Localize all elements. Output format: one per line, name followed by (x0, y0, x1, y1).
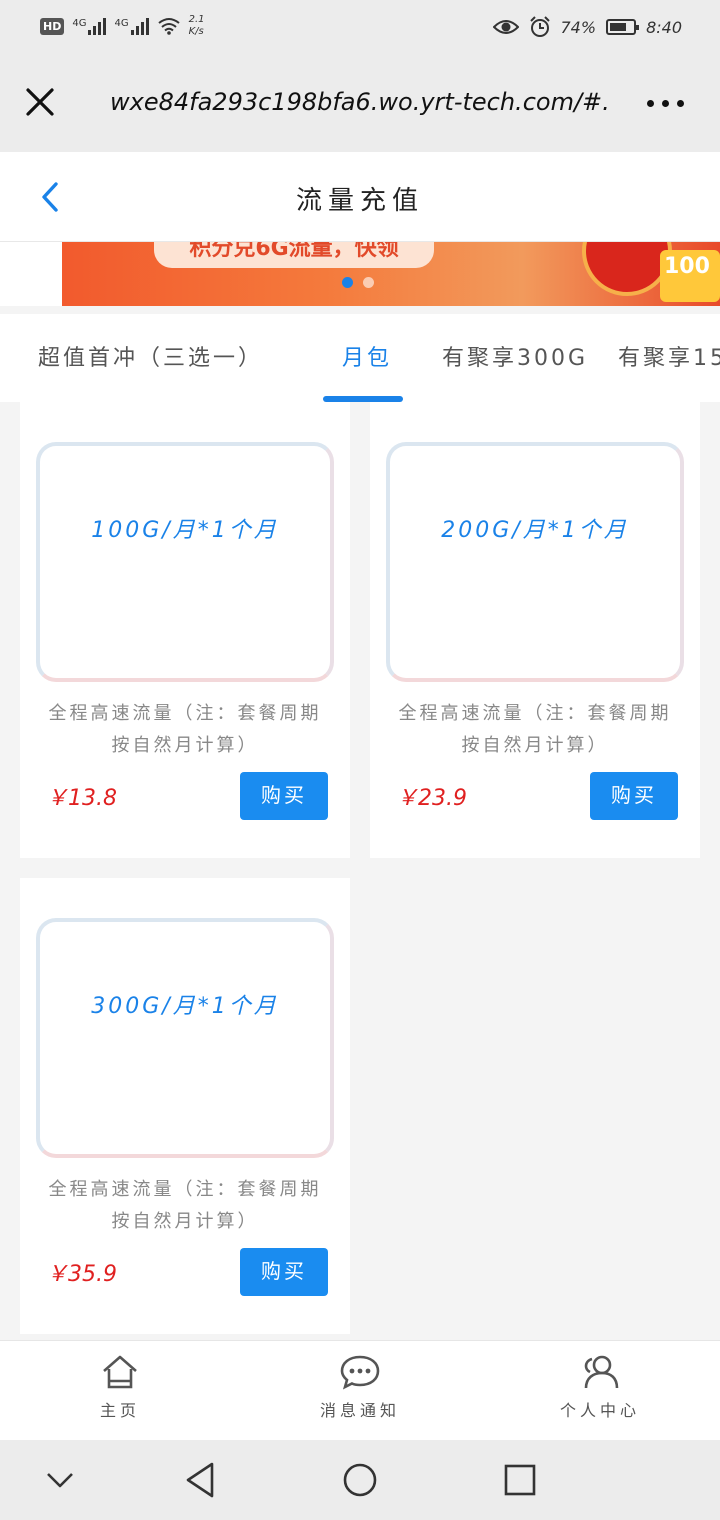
alarm-icon (529, 16, 550, 37)
nav-messages-label: 消息通知 (319, 1401, 400, 1420)
product-description: 全程高速流量（注：套餐周期按自然月计算） (398, 703, 672, 756)
more-options-icon[interactable] (647, 100, 684, 107)
buy-button[interactable]: 购买 (240, 772, 328, 820)
carousel-dot[interactable] (363, 277, 374, 288)
nav-messages[interactable]: 消息通知 (280, 1353, 440, 1421)
tab-monthly[interactable]: 月包 (342, 340, 392, 372)
tab-share-15[interactable]: 有聚享15 (618, 340, 720, 372)
signal-2-icon: 4G (114, 17, 149, 35)
product-card: 200G/月*1个月 全程高速流量（注：套餐周期按自然月计算） ￥23.9 购买 (370, 402, 700, 858)
user-icon (584, 1355, 619, 1389)
banner-text: 积分兑6G流量，快领 (154, 242, 434, 268)
battery-percent: 74% (560, 17, 597, 37)
bottom-navigation: 主页 消息通知 个人中心 (0, 1340, 720, 1440)
network-type-1: 4G (72, 18, 87, 29)
banner-badge: 100 (660, 250, 720, 302)
product-name: 300G/月*1个月 (91, 994, 279, 1019)
recents-square-icon[interactable] (502, 1462, 538, 1498)
page-header: 流量充值 (0, 152, 720, 242)
chevron-down-icon[interactable] (44, 1464, 76, 1496)
system-navigation-bar (0, 1440, 720, 1520)
wifi-icon (157, 18, 180, 35)
buy-button[interactable]: 购买 (240, 1248, 328, 1296)
product-plan-box[interactable]: 100G/月*1个月 (36, 442, 334, 682)
nav-home-label: 主页 (99, 1401, 140, 1420)
message-icon (340, 1355, 380, 1390)
carousel-dot-active[interactable] (342, 277, 353, 288)
eye-icon (492, 20, 519, 34)
hd-indicator: HD (40, 17, 65, 35)
home-icon (103, 1355, 137, 1389)
product-name: 200G/月*1个月 (441, 518, 629, 543)
product-plan-box[interactable]: 200G/月*1个月 (386, 442, 684, 682)
product-plan-box[interactable]: 300G/月*1个月 (36, 918, 334, 1158)
clock: 8:40 (646, 17, 682, 37)
product-card: 300G/月*1个月 全程高速流量（注：套餐周期按自然月计算） ￥35.9 购买 (20, 878, 350, 1334)
browser-toolbar: wxe84fa293c198bfa6.wo.yrt-tech.com/#... (0, 56, 720, 152)
nav-profile-label: 个人中心 (559, 1401, 640, 1420)
product-description: 全程高速流量（注：套餐周期按自然月计算） (48, 1179, 322, 1232)
tab-share-300g[interactable]: 有聚享300G (442, 340, 588, 372)
signal-1-icon: 4G (72, 17, 107, 35)
home-circle-icon[interactable] (340, 1460, 380, 1500)
page-title: 流量充值 (295, 186, 424, 216)
product-card: 100G/月*1个月 全程高速流量（注：套餐周期按自然月计算） ￥13.8 购买 (20, 402, 350, 858)
banner-image[interactable]: 积分兑6G流量，快领 100 (62, 242, 720, 306)
product-description: 全程高速流量（注：套餐周期按自然月计算） (48, 703, 322, 756)
tab-first-recharge[interactable]: 超值首冲（三选一） (38, 340, 263, 372)
category-tabs: 超值首冲（三选一） 月包 有聚享300G 有聚享15 (0, 314, 720, 402)
url-text[interactable]: wxe84fa293c198bfa6.wo.yrt-tech.com/#... (110, 88, 610, 116)
promo-banner[interactable]: 积分兑6G流量，快领 100 (0, 242, 720, 306)
nav-profile[interactable]: 个人中心 (520, 1353, 680, 1421)
close-icon[interactable] (22, 84, 58, 120)
buy-button[interactable]: 购买 (590, 772, 678, 820)
back-triangle-icon[interactable] (182, 1460, 218, 1500)
product-price: ￥23.9 (396, 786, 467, 811)
net-speed: 2.1 K/s (188, 14, 205, 37)
network-type-2: 4G (114, 18, 129, 29)
nav-home[interactable]: 主页 (40, 1353, 200, 1421)
product-price: ￥35.9 (46, 1262, 117, 1287)
status-bar: HD 4G 4G 2.1 K/s 74% 8:40 (0, 0, 720, 56)
carousel-dots (342, 277, 374, 288)
product-name: 100G/月*1个月 (91, 518, 279, 543)
red-envelope-graphic (582, 242, 672, 296)
battery-icon (606, 19, 640, 35)
product-price: ￥13.8 (46, 786, 117, 811)
